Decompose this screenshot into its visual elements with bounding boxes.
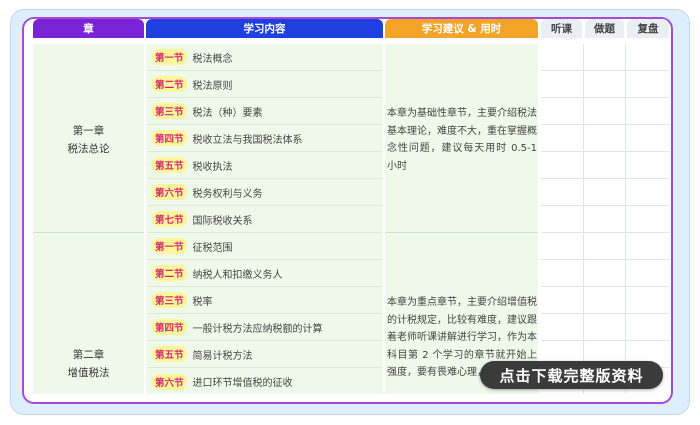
- section-row: 第五节 简易计税方法: [148, 341, 382, 368]
- section-row: 第三节 税法（种）要素: [148, 98, 382, 125]
- section-row: 第六节 税务权利与义务: [148, 179, 382, 206]
- header-practice: 做题: [585, 19, 624, 38]
- header-chapter: 章: [33, 19, 144, 38]
- section-badge: 第二节: [152, 76, 187, 92]
- section-title: 纳税人和扣缴义务人: [192, 269, 283, 281]
- section-title: 税法（种）要素: [192, 107, 263, 119]
- section-title: 进口环节增值税的征收: [192, 378, 293, 389]
- grid-line: [541, 259, 669, 260]
- chapter-advice: 本章为基础性章节，主要介绍税法基本理论，难度不大，重在掌握概念性问题，建议每天用…: [387, 108, 537, 172]
- section-badge: 第四节: [152, 130, 187, 146]
- section-badge: 第五节: [152, 157, 187, 173]
- section-title: 税收立法与我国税法体系: [192, 134, 303, 146]
- section-badge: 第三节: [152, 103, 187, 119]
- header-advice: 学习建议 & 用时: [385, 19, 538, 38]
- section-row: 第五节 税收执法: [148, 152, 382, 179]
- grid-line: [541, 70, 669, 71]
- section-title: 税务权利与义务: [192, 188, 263, 200]
- header-content: 学习内容: [146, 19, 383, 38]
- grid-line: [541, 97, 669, 98]
- section-row: 第三节 税率: [148, 287, 382, 314]
- section-badge: 第三节: [152, 292, 187, 308]
- section-title: 一般计税方法应纳税额的计算: [192, 323, 323, 335]
- header-review: 复盘: [627, 19, 669, 38]
- section-title: 税率: [192, 296, 213, 308]
- section-title: 国际税收关系: [192, 215, 253, 227]
- section-title: 税收执法: [192, 161, 233, 173]
- section-row: 第四节 税收立法与我国税法体系: [148, 125, 382, 152]
- section-row: 第六节 进口环节增值税的征收: [148, 368, 382, 395]
- section-badge: 第七节: [152, 211, 187, 227]
- grid-line: [541, 205, 669, 206]
- grid-line: [541, 313, 669, 314]
- section-row: 第四节 一般计税方法应纳税额的计算: [148, 314, 382, 341]
- grid-line: [541, 151, 669, 152]
- chapter-name: 第二章 增值税法: [33, 346, 144, 382]
- section-badge: 第二节: [152, 265, 187, 281]
- section-badge: 第四节: [152, 319, 187, 335]
- grid-line: [541, 124, 669, 125]
- chapter-divider: [33, 232, 144, 233]
- download-button[interactable]: 点击下载完整版资料: [480, 361, 663, 389]
- section-row: 第二节 税法原则: [148, 71, 382, 98]
- section-title: 税法原则: [192, 80, 233, 92]
- grid-line: [541, 286, 669, 287]
- advice-divider: [385, 232, 538, 233]
- section-badge: 第五节: [152, 346, 187, 362]
- chapter-number: 第二章: [72, 349, 105, 361]
- grid-line: [541, 178, 669, 179]
- chapter-column-bg: [33, 44, 144, 394]
- chapter-title: 增值税法: [67, 367, 110, 379]
- section-title: 征税范围: [192, 242, 233, 254]
- section-badge: 第一节: [152, 238, 187, 254]
- chapter-name: 第一章 税法总论: [33, 122, 144, 158]
- section-row: 第一节 征税范围: [148, 233, 382, 260]
- grid-line: [541, 340, 669, 341]
- chapter-number: 第一章: [72, 125, 105, 137]
- section-row: 第七节 国际税收关系: [148, 206, 382, 233]
- chapter-title: 税法总论: [67, 143, 110, 155]
- grid-line: [541, 232, 669, 233]
- section-title: 税法概念: [192, 53, 233, 65]
- section-badge: 第一节: [152, 49, 187, 65]
- section-row: 第一节 税法概念: [148, 44, 382, 71]
- section-badge: 第六节: [152, 373, 187, 390]
- section-badge: 第六节: [152, 184, 187, 200]
- section-row: 第二节 纳税人和扣缴义务人: [148, 260, 382, 287]
- header-listen: 听课: [541, 19, 582, 38]
- section-title: 简易计税方法: [192, 350, 253, 362]
